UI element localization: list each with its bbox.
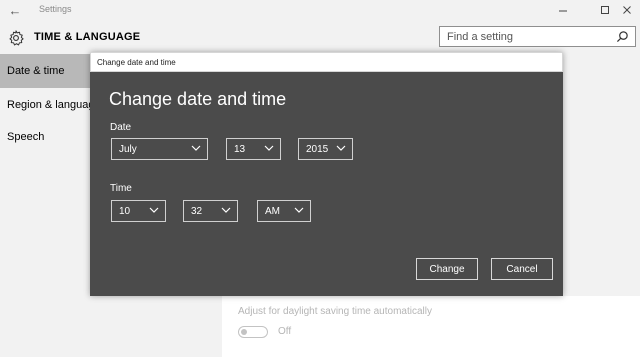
sidebar-item-speech[interactable]: Speech bbox=[0, 120, 90, 154]
date-label: Date bbox=[110, 122, 132, 133]
day-dropdown[interactable]: 13 bbox=[226, 138, 281, 160]
month-value: July bbox=[119, 144, 137, 155]
change-button[interactable]: Change bbox=[416, 258, 478, 280]
ampm-value: AM bbox=[265, 206, 280, 217]
dialog-window-title: Change date and time bbox=[97, 58, 176, 67]
dst-toggle[interactable] bbox=[238, 326, 268, 338]
page-title: TIME & LANGUAGE bbox=[34, 31, 141, 43]
arrow-left-icon: ← bbox=[8, 2, 22, 18]
chevron-down-icon bbox=[149, 207, 159, 213]
day-value: 13 bbox=[234, 144, 246, 155]
cancel-button[interactable]: Cancel bbox=[491, 258, 553, 280]
hour-value: 10 bbox=[119, 206, 131, 217]
chevron-down-icon bbox=[264, 145, 274, 151]
close-icon bbox=[623, 6, 631, 14]
sidebar-item-region-language[interactable]: Region & language bbox=[0, 88, 90, 122]
year-value: 2015 bbox=[306, 144, 329, 155]
dst-label: Adjust for daylight saving time automati… bbox=[238, 306, 432, 317]
chevron-down-icon bbox=[336, 145, 346, 151]
settings-content: Adjust for daylight saving time automati… bbox=[222, 296, 640, 357]
change-date-time-dialog: Change date and time Change date and tim… bbox=[90, 52, 563, 296]
time-label: Time bbox=[110, 183, 132, 194]
close-button[interactable] bbox=[612, 0, 640, 20]
toggle-knob bbox=[241, 328, 247, 335]
gear-icon bbox=[9, 30, 24, 46]
chevron-down-icon bbox=[191, 145, 201, 151]
search-icon[interactable] bbox=[616, 30, 629, 43]
back-button[interactable]: ← bbox=[0, 0, 30, 20]
minimize-button[interactable] bbox=[548, 0, 578, 20]
minimize-icon bbox=[559, 10, 567, 12]
maximize-icon bbox=[601, 6, 609, 14]
month-dropdown[interactable]: July bbox=[111, 138, 208, 160]
hour-dropdown[interactable]: 10 bbox=[111, 200, 166, 222]
search-input[interactable] bbox=[440, 27, 617, 46]
minute-value: 32 bbox=[191, 206, 203, 217]
app-title: Settings bbox=[39, 4, 72, 14]
search-box[interactable] bbox=[439, 26, 636, 47]
dst-toggle-state: Off bbox=[278, 326, 292, 337]
dialog-titlebar: Change date and time bbox=[90, 52, 563, 72]
minute-dropdown[interactable]: 32 bbox=[183, 200, 238, 222]
sidebar-item-date-time[interactable]: Date & time bbox=[0, 54, 90, 88]
dialog-heading: Change date and time bbox=[109, 89, 287, 109]
year-dropdown[interactable]: 2015 bbox=[298, 138, 353, 160]
chevron-down-icon bbox=[294, 207, 304, 213]
ampm-dropdown[interactable]: AM bbox=[257, 200, 311, 222]
chevron-down-icon bbox=[221, 207, 231, 213]
window-titlebar: ← Settings bbox=[0, 0, 640, 20]
